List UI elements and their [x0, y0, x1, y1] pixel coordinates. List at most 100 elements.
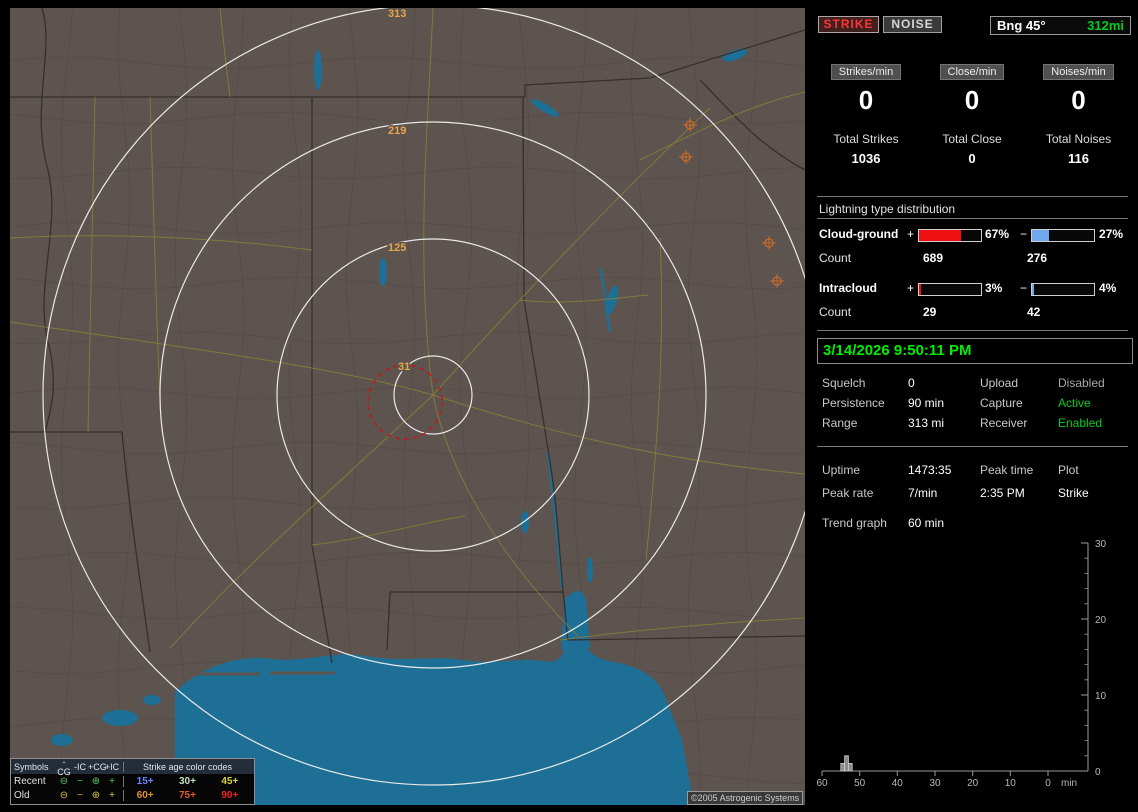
- cg-positive-fill: [919, 230, 961, 241]
- plot-label: Plot: [1058, 463, 1079, 477]
- cg-positive-count: 689: [923, 251, 944, 265]
- old-pos-cg-symbol: ⊕: [91, 789, 101, 801]
- legend-col-neg-ic: -IC: [74, 761, 86, 772]
- x-tick-0: 0: [1045, 778, 1051, 789]
- recent-neg-ic-symbol: −: [77, 775, 83, 787]
- separator: [817, 446, 1128, 447]
- plot-value: Strike: [1058, 486, 1089, 500]
- legend-col-pos-cg: +CG: [88, 761, 107, 772]
- recent-age-codes: 15+ 30+ 45+: [123, 775, 251, 787]
- separator: [817, 196, 1128, 197]
- total-noises-label: Total Noises: [1045, 132, 1112, 146]
- map-canvas[interactable]: 313 219 125 31: [10, 8, 805, 805]
- cg-negative-fill: [1032, 230, 1049, 241]
- legend-age-header: Strike age color codes: [123, 761, 251, 772]
- bearing-label: Bng 45°: [997, 18, 1046, 33]
- uptime-label: Uptime: [822, 463, 861, 477]
- coastal-lake: [143, 695, 161, 705]
- lightning-map[interactable]: 313 219 125 31 Symbols -CG -IC +CG +IC S…: [10, 8, 805, 805]
- close-counter-column: Close/min 0 Total Close 0: [917, 64, 1027, 166]
- recent-pos-ic-symbol: +: [109, 775, 115, 787]
- minus-sign: −: [1020, 227, 1028, 241]
- cg-count-label: Count: [819, 251, 852, 265]
- uptime-value: 1473:35: [908, 463, 952, 477]
- river-lake: [521, 511, 529, 533]
- ic-positive-count: 29: [923, 305, 937, 319]
- old-age-codes: 60+ 75+ 90+: [123, 789, 251, 801]
- x-tick-40: 40: [892, 778, 904, 789]
- x-axis-unit: min: [1061, 778, 1077, 789]
- noises-counter-column: Noises/min 0 Total Noises 116: [1027, 64, 1130, 166]
- strikes-per-min-value: 0: [858, 85, 874, 115]
- cg-negative-bar: [1031, 229, 1095, 242]
- y-tick-0: 0: [1095, 767, 1101, 778]
- cloud-ground-label: Cloud-ground: [819, 227, 899, 241]
- total-close-value: 0: [968, 151, 976, 166]
- ring-label-313: 313: [388, 8, 406, 20]
- capture-label: Capture: [980, 396, 1023, 410]
- receiver-label: Receiver: [980, 416, 1028, 430]
- river-lake: [587, 557, 593, 583]
- trend-bars: [840, 755, 853, 772]
- persistence-label: Persistence: [822, 396, 885, 410]
- close-per-min-value: 0: [964, 85, 980, 115]
- trend-graph: 30 20 10 0 60 50 40 30 20 10 0 min: [816, 539, 1106, 789]
- ring-label-125: 125: [388, 242, 406, 254]
- x-tick-60: 60: [816, 778, 828, 789]
- legend-old-row: Old ⊖ − ⊕ + 60+ 75+ 90+: [11, 788, 254, 802]
- cg-positive-pct: 67%: [985, 227, 1010, 241]
- peak-rate-value: 7/min: [908, 486, 938, 500]
- river-lake: [379, 258, 387, 286]
- trend-tick-labels: 30 20 10 0 60 50 40 30 20 10 0 min: [816, 539, 1106, 789]
- river-lake: [314, 50, 322, 90]
- upload-label: Upload: [980, 376, 1019, 390]
- legend-header-row: Symbols -CG -IC +CG +IC Strike age color…: [11, 756, 254, 777]
- cg-positive-bar: [918, 229, 982, 242]
- range-value: 313 mi: [908, 416, 945, 430]
- y-tick-30: 30: [1095, 539, 1107, 550]
- age-30: 30+: [179, 775, 196, 787]
- ic-negative-pct: 4%: [1099, 281, 1117, 295]
- trend-axes: [821, 542, 1089, 776]
- peak-rate-label: Peak rate: [822, 486, 874, 500]
- ic-negative-fill: [1032, 284, 1035, 295]
- legend-recent-label: Recent: [14, 775, 46, 787]
- cg-negative-count: 276: [1027, 251, 1048, 265]
- noises-per-min-value: 0: [1071, 85, 1086, 115]
- legend-old-label: Old: [14, 789, 30, 801]
- map-legend: Symbols -CG -IC +CG +IC Strike age color…: [10, 756, 255, 805]
- x-tick-50: 50: [854, 778, 866, 789]
- plus-sign: +: [907, 227, 915, 241]
- old-neg-ic-symbol: −: [77, 789, 83, 801]
- strike-mode-button[interactable]: STRIKE: [818, 16, 879, 33]
- legend-symbols-header: Symbols: [14, 761, 49, 772]
- ic-negative-bar: [1031, 283, 1095, 296]
- receiver-value: Enabled: [1058, 416, 1103, 430]
- recent-pos-cg-symbol: ⊕: [91, 775, 101, 787]
- ring-label-31: 31: [398, 361, 410, 373]
- plus-sign: +: [907, 281, 915, 295]
- x-tick-20: 20: [967, 778, 979, 789]
- noise-mode-button[interactable]: NOISE: [883, 16, 942, 33]
- strikes-per-min-chip: Strikes/min: [830, 64, 902, 80]
- x-tick-10: 10: [1005, 778, 1017, 789]
- coastal-lake: [102, 710, 138, 726]
- old-pos-ic-symbol: +: [109, 789, 115, 801]
- bearing-range-value: 312mi: [1087, 18, 1124, 33]
- total-strikes-value: 1036: [851, 151, 881, 166]
- cg-negative-pct: 27%: [1099, 227, 1124, 241]
- ic-negative-count: 42: [1027, 305, 1041, 319]
- squelch-label: Squelch: [822, 376, 866, 390]
- legend-col-neg-cg: -CG: [57, 756, 71, 777]
- status-sidebar: STRIKE NOISE Bng 45° 312mi Strikes/min 0…: [815, 8, 1133, 805]
- ic-positive-fill: [919, 284, 921, 295]
- persistence-value: 90 min: [908, 396, 945, 410]
- ic-count-label: Count: [819, 305, 852, 319]
- trend-window-value: 60 min: [908, 516, 945, 530]
- minus-sign: −: [1020, 281, 1028, 295]
- capture-value: Active: [1058, 396, 1091, 410]
- y-tick-20: 20: [1095, 615, 1107, 626]
- total-noises-value: 116: [1068, 151, 1089, 166]
- legend-col-pos-ic: +IC: [104, 761, 120, 772]
- recent-neg-cg-symbol: ⊖: [59, 775, 69, 787]
